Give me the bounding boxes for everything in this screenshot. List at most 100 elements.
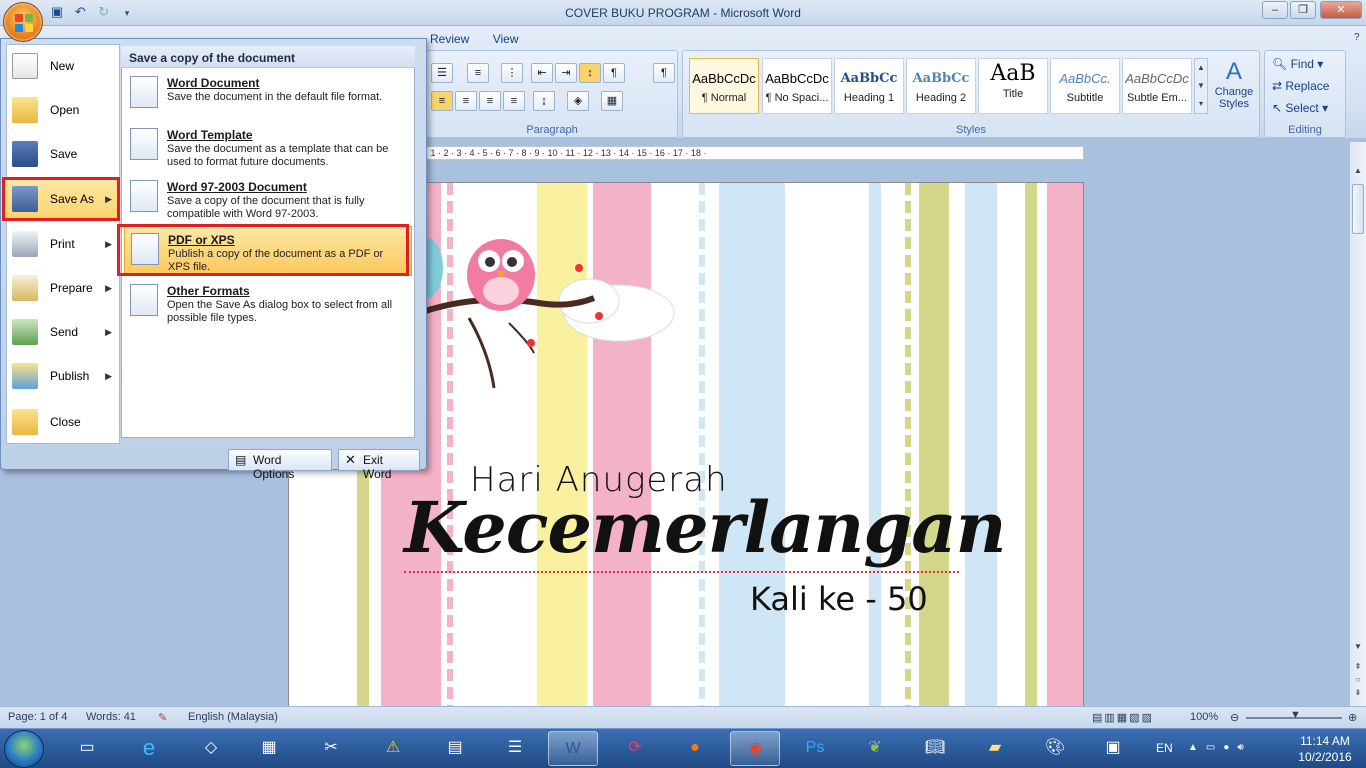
menu-item-send[interactable]: Send ▶ bbox=[6, 310, 120, 354]
app-icon[interactable]: ◇ bbox=[186, 731, 236, 766]
quick-access-toolbar: ▣ ↶ ↻ ▾ bbox=[48, 4, 138, 22]
notepad-icon[interactable]: ☰ bbox=[490, 731, 540, 766]
style-normal[interactable]: AaBbCcDc ¶ Normal bbox=[689, 58, 759, 114]
minimize-button[interactable]: – bbox=[1262, 1, 1288, 19]
justify-icon[interactable]: ≡ bbox=[503, 91, 525, 111]
scroll-thumb[interactable] bbox=[1352, 184, 1364, 234]
browse-object-icon[interactable]: ⇞ ○ ⇟ bbox=[1352, 660, 1364, 700]
zoom-level[interactable]: 100% bbox=[1190, 711, 1218, 723]
style-subtitle[interactable]: AaBbCc. Subtitle bbox=[1050, 58, 1120, 114]
menu-item-close[interactable]: Close bbox=[6, 400, 120, 444]
calculator-icon[interactable]: ▦ bbox=[244, 731, 294, 766]
decrease-indent-icon[interactable]: ⇤ bbox=[531, 63, 553, 83]
find-button[interactable]: 🔍︎ Find ▾ bbox=[1272, 57, 1323, 75]
stripe bbox=[869, 183, 881, 768]
style-subtle-emphasis[interactable]: AaBbCcDc Subtle Em... bbox=[1122, 58, 1192, 114]
clock[interactable]: 11:14 AM 10/2/2016 bbox=[1290, 733, 1360, 765]
change-styles-button[interactable]: A Change Styles bbox=[1210, 58, 1258, 118]
menu-item-prepare[interactable]: Prepare ▶ bbox=[6, 266, 120, 310]
view-buttons-icon[interactable]: ▤▥▦▧▨ bbox=[1092, 711, 1154, 724]
menu-item-new[interactable]: New bbox=[6, 44, 120, 88]
explorer-icon[interactable]: ▭ bbox=[62, 731, 112, 766]
save-option-word-document[interactable]: Word Document Save the document in the d… bbox=[124, 70, 412, 120]
internet-explorer-icon[interactable]: e bbox=[124, 731, 174, 766]
page-count[interactable]: Page: 1 of 4 bbox=[8, 711, 67, 723]
office-button[interactable] bbox=[3, 2, 43, 42]
proofing-icon[interactable]: ✎ bbox=[158, 711, 167, 724]
align-left-icon[interactable]: ≡ bbox=[431, 91, 453, 111]
save-disk-icon bbox=[12, 141, 38, 167]
style-title[interactable]: AaB Title bbox=[978, 58, 1048, 114]
undo-icon[interactable]: ↶ bbox=[71, 4, 89, 20]
archicad-icon[interactable]: ⚠ bbox=[368, 731, 418, 766]
save-as-highlight-box bbox=[2, 177, 120, 221]
word-97-2003-icon bbox=[130, 180, 158, 212]
firefox-icon[interactable]: ● bbox=[670, 731, 720, 766]
exit-word-button[interactable]: ✕ Exit Word bbox=[338, 449, 420, 481]
style-name: Subtle Em... bbox=[1127, 92, 1187, 104]
zoom-in-icon[interactable]: ⊕ bbox=[1348, 711, 1357, 724]
start-button[interactable] bbox=[4, 730, 44, 768]
save-option-other-formats[interactable]: Other Formats Open the Save As dialog bo… bbox=[124, 278, 412, 328]
paragraph-group: Paragraph ☰ ≡ ⋮ ⇤ ⇥ ↕ ¶ ¶ ≡ ≡ ≡ ≡ ↨ ◈ ▦ bbox=[426, 50, 678, 138]
word-options-button[interactable]: ▤ Word Options bbox=[228, 449, 332, 481]
sort-icon[interactable]: ↕ bbox=[579, 63, 601, 83]
menu-item-open[interactable]: Open bbox=[6, 88, 120, 132]
language-status[interactable]: English (Malaysia) bbox=[188, 711, 278, 723]
photoshop-icon[interactable]: Ps bbox=[790, 731, 840, 766]
replace-button[interactable]: ⇄ Replace bbox=[1272, 79, 1329, 97]
reader-icon[interactable]: 📖︎ bbox=[910, 731, 960, 766]
select-button[interactable]: ↖ Select ▾ bbox=[1272, 101, 1328, 119]
show-marks-icon[interactable]: ¶ bbox=[603, 63, 625, 83]
menu-item-save[interactable]: Save bbox=[6, 132, 120, 176]
calendar-icon[interactable]: ▤ bbox=[430, 731, 480, 766]
app-leaf-icon[interactable]: ❦ bbox=[850, 731, 900, 766]
multilevel-list-icon[interactable]: ⋮ bbox=[501, 63, 523, 83]
save-option-word-template[interactable]: Word Template Save the document as a tem… bbox=[124, 122, 412, 172]
scroll-up-icon[interactable]: ▲ bbox=[1352, 166, 1364, 180]
align-center-icon[interactable]: ≡ bbox=[455, 91, 477, 111]
line-spacing-icon[interactable]: ↨ bbox=[533, 91, 555, 111]
word-count[interactable]: Words: 41 bbox=[86, 711, 136, 723]
tab-review[interactable]: Review bbox=[420, 30, 479, 48]
folder-icon[interactable]: ▰ bbox=[970, 731, 1020, 766]
menu-item-print[interactable]: Print ▶ bbox=[6, 222, 120, 266]
zoom-out-icon[interactable]: ⊖ bbox=[1230, 711, 1239, 724]
close-button[interactable]: ✕ bbox=[1320, 1, 1362, 19]
editing-group-label: Editing bbox=[1288, 124, 1322, 136]
save-option-word-97-2003[interactable]: Word 97-2003 Document Save a copy of the… bbox=[124, 174, 412, 224]
scroll-down-icon[interactable]: ▼ bbox=[1352, 642, 1364, 656]
help-icon[interactable]: ? bbox=[1354, 32, 1364, 43]
borders-icon[interactable]: ▦ bbox=[601, 91, 623, 111]
menu-item-publish[interactable]: Publish ▶ bbox=[6, 354, 120, 398]
menu-label: Open bbox=[50, 103, 80, 117]
maximize-button[interactable]: ❐ bbox=[1290, 1, 1316, 19]
styles-group-label: Styles bbox=[956, 124, 986, 136]
align-right-icon[interactable]: ≡ bbox=[479, 91, 501, 111]
customize-qat-icon[interactable]: ▾ bbox=[118, 8, 136, 24]
increase-indent-icon[interactable]: ⇥ bbox=[555, 63, 577, 83]
style-no-spacing[interactable]: AaBbCcDc ¶ No Spaci... bbox=[762, 58, 832, 114]
bullets-icon[interactable]: ☰ bbox=[431, 63, 453, 83]
paragraph-mark-icon[interactable]: ¶ bbox=[653, 63, 675, 83]
snipping-tool-icon[interactable]: ✂ bbox=[306, 731, 356, 766]
style-heading-2[interactable]: AaBbCc Heading 2 bbox=[906, 58, 976, 114]
tab-view[interactable]: View bbox=[483, 30, 529, 48]
redo-icon[interactable]: ↻ bbox=[95, 4, 113, 20]
paint-icon[interactable]: 🎨︎ bbox=[1030, 731, 1080, 766]
save-icon[interactable]: ▣ bbox=[48, 4, 66, 20]
word-taskbar-icon[interactable]: W bbox=[548, 731, 598, 766]
chrome-icon[interactable]: ◉ bbox=[730, 731, 780, 766]
zoom-thumb[interactable]: ▼ bbox=[1290, 709, 1301, 721]
numbering-icon[interactable]: ≡ bbox=[467, 63, 489, 83]
desktop-icon[interactable]: ▣ bbox=[1088, 731, 1138, 766]
horizontal-ruler[interactable]: · 1 · 2 · 3 · 4 · 5 · 6 · 7 · 8 · 9 · 10… bbox=[424, 146, 1084, 160]
input-language[interactable]: EN bbox=[1156, 741, 1173, 755]
style-heading-1[interactable]: AaBbCc Heading 1 bbox=[834, 58, 904, 114]
tray-icons[interactable]: ▲▭●🔊︎ bbox=[1188, 742, 1252, 753]
styles-scroll[interactable]: ▲ ▼ ▾ bbox=[1194, 58, 1208, 114]
refresh-app-icon[interactable]: ⟳ bbox=[610, 731, 660, 766]
printer-icon bbox=[12, 231, 38, 257]
menu-label: Save bbox=[50, 147, 78, 161]
shading-icon[interactable]: ◈ bbox=[567, 91, 589, 111]
